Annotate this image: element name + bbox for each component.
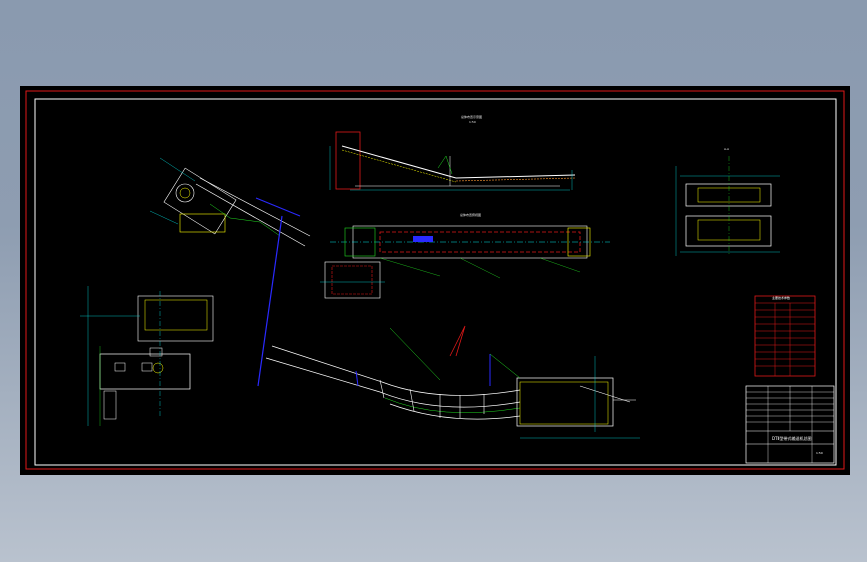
parameter-table-title: 主要技术参数 bbox=[772, 295, 790, 300]
parameter-table: 主要技术参数 bbox=[754, 295, 816, 377]
drive-unit-detail bbox=[80, 286, 214, 426]
main-conveyor-view bbox=[257, 215, 640, 439]
drawing-scale: 1:50 bbox=[816, 451, 823, 455]
title-block: DTⅡ型带式输送机总图 1:50 bbox=[745, 385, 835, 464]
plan-view-title: 总体布置俯视图 bbox=[460, 212, 481, 217]
side-elevation-view: 总体布置示意图 1:50 bbox=[329, 114, 576, 191]
side-elevation-scale: 1:50 bbox=[469, 120, 476, 124]
drawing-name: DTⅡ型带式输送机总图 bbox=[772, 435, 812, 441]
outer-frame bbox=[25, 90, 845, 470]
section-title: A-A bbox=[724, 147, 730, 151]
head-drive-detail bbox=[149, 157, 311, 247]
plan-view: 总体布置俯视图 bbox=[320, 212, 610, 299]
side-elevation-title: 总体布置示意图 bbox=[461, 114, 482, 119]
drawing-svg: 总体布置示意图 1:50 总体布置俯视图 A-A 主要技术参数 DTⅡ型带式输送… bbox=[25, 90, 845, 470]
cross-section-view: A-A bbox=[675, 147, 780, 256]
cad-drawing-canvas[interactable]: 总体布置示意图 1:50 总体布置俯视图 A-A 主要技术参数 DTⅡ型带式输送… bbox=[20, 86, 850, 475]
inner-frame bbox=[34, 98, 837, 466]
